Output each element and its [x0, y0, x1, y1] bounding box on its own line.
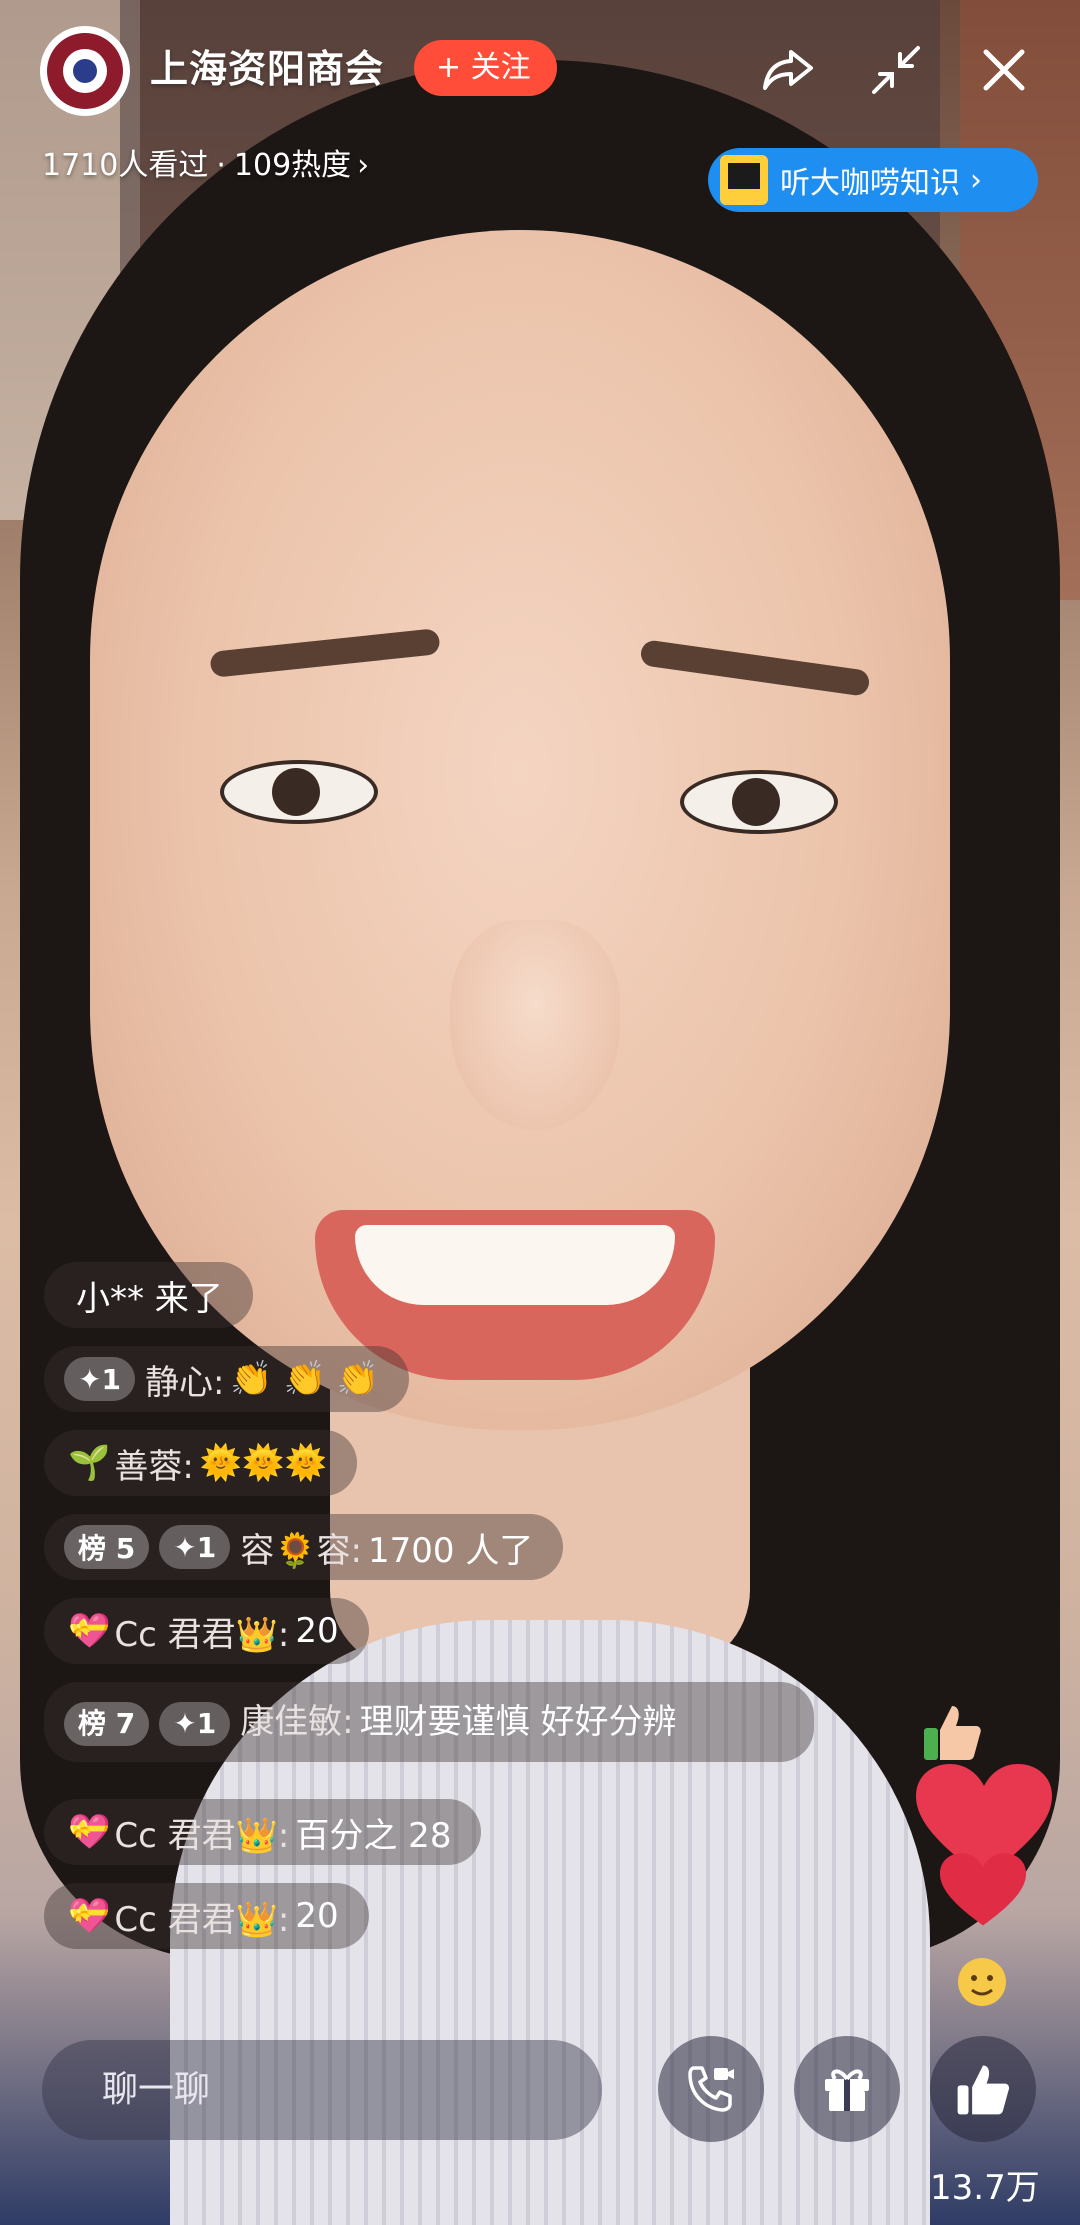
- floating-thumbs-up-icon: [920, 1700, 984, 1768]
- chevron-right-icon: ›: [970, 162, 982, 198]
- minimize-icon[interactable]: [866, 40, 926, 100]
- stats-separator: ·: [216, 148, 226, 183]
- chat-text: 👏 👏 👏: [230, 1359, 380, 1399]
- room-stats[interactable]: 1710人看过 · 109热度 ›: [42, 140, 369, 184]
- blackboard-icon: [720, 155, 768, 205]
- thumbs-up-icon: [957, 2065, 1010, 2115]
- chat-message[interactable]: 💝 Cc 君君👑: 百分之 28: [44, 1799, 482, 1865]
- gift-icon: [825, 2069, 869, 2111]
- fan-level-badge: ✦1: [64, 1357, 135, 1401]
- sprout-icon: 🌱: [68, 1443, 111, 1483]
- heart-gift-icon: 💝: [68, 1812, 111, 1852]
- viewer-count: 1710人看过: [42, 148, 209, 183]
- listen-expert-chip[interactable]: 听大咖唠知识 ›: [708, 148, 1038, 212]
- floating-emoji-icon: [956, 1956, 1008, 2012]
- chat-username[interactable]: 康佳敏:: [240, 1702, 353, 1742]
- heat-count: 109热度: [233, 148, 352, 183]
- chat-text: 20: [295, 1611, 339, 1651]
- chat-input[interactable]: 聊一聊: [42, 2040, 602, 2140]
- gift-button[interactable]: [794, 2036, 900, 2142]
- chat-username[interactable]: Cc 君君👑:: [114, 1892, 289, 1941]
- chat-text: 🌞🌞🌞: [199, 1443, 327, 1483]
- chat-text: 20: [295, 1896, 339, 1936]
- chevron-right-icon: ›: [357, 148, 370, 183]
- chat-message[interactable]: 榜 5 ✦1 容🌻容: 1700 人了: [44, 1514, 564, 1580]
- chat-feed[interactable]: 小** 来了 ✦1 静心: 👏 👏 👏 🌱 善蓉: 🌞🌞🌞 榜 5 ✦1 容🌻容…: [44, 1262, 864, 1967]
- heart-gift-icon: 💝: [68, 1896, 111, 1936]
- fan-level-badge: ✦1: [159, 1525, 231, 1569]
- room-avatar[interactable]: [40, 26, 130, 116]
- follow-button[interactable]: + 关注: [414, 40, 557, 96]
- video-call-button[interactable]: [658, 2036, 764, 2142]
- follow-label: + 关注: [436, 50, 531, 85]
- rank-badge: 榜 7: [64, 1702, 150, 1746]
- chat-username[interactable]: 静心:: [145, 1355, 224, 1404]
- close-icon[interactable]: [974, 40, 1034, 100]
- floating-heart-icon: [938, 1852, 1028, 1932]
- left-eye: [220, 760, 378, 824]
- video-call-icon: [688, 2066, 734, 2112]
- chat-text: 1700 人了: [367, 1530, 534, 1571]
- chat-message[interactable]: 榜 7 ✦1 康佳敏: 理财要谨慎 好好分辨: [44, 1682, 814, 1762]
- share-icon[interactable]: [758, 40, 818, 100]
- like-button[interactable]: [930, 2036, 1036, 2142]
- streamer-nose: [450, 920, 620, 1130]
- chat-username[interactable]: Cc 君君👑:: [114, 1607, 289, 1656]
- chat-username[interactable]: 容🌻容:: [240, 1523, 362, 1572]
- chat-username[interactable]: Cc 君君👑:: [114, 1808, 289, 1857]
- chat-message[interactable]: 💝 Cc 君君👑: 20: [44, 1598, 369, 1664]
- rank-badge: 榜 5: [64, 1525, 150, 1569]
- heart-gift-icon: 💝: [68, 1611, 111, 1651]
- chat-message[interactable]: ✦1 静心: 👏 👏 👏: [44, 1346, 410, 1412]
- chat-username[interactable]: 善蓉:: [114, 1439, 193, 1488]
- chat-message[interactable]: 🌱 善蓉: 🌞🌞🌞: [44, 1430, 357, 1496]
- chat-text: 理财要谨慎 好好分辨: [359, 1702, 677, 1742]
- like-count: 13.7万: [930, 2168, 1040, 2208]
- listen-label: 听大咖唠知识: [780, 166, 960, 201]
- right-eye: [680, 770, 838, 834]
- chat-message[interactable]: 💝 Cc 君君👑: 20: [44, 1883, 369, 1949]
- join-notice: 小** 来了: [44, 1262, 253, 1328]
- chat-text: 百分之 28: [295, 1815, 452, 1856]
- chamber-logo-icon: [47, 33, 123, 109]
- room-title[interactable]: 上海资阳商会: [150, 38, 384, 93]
- fan-level-badge: ✦1: [159, 1702, 231, 1746]
